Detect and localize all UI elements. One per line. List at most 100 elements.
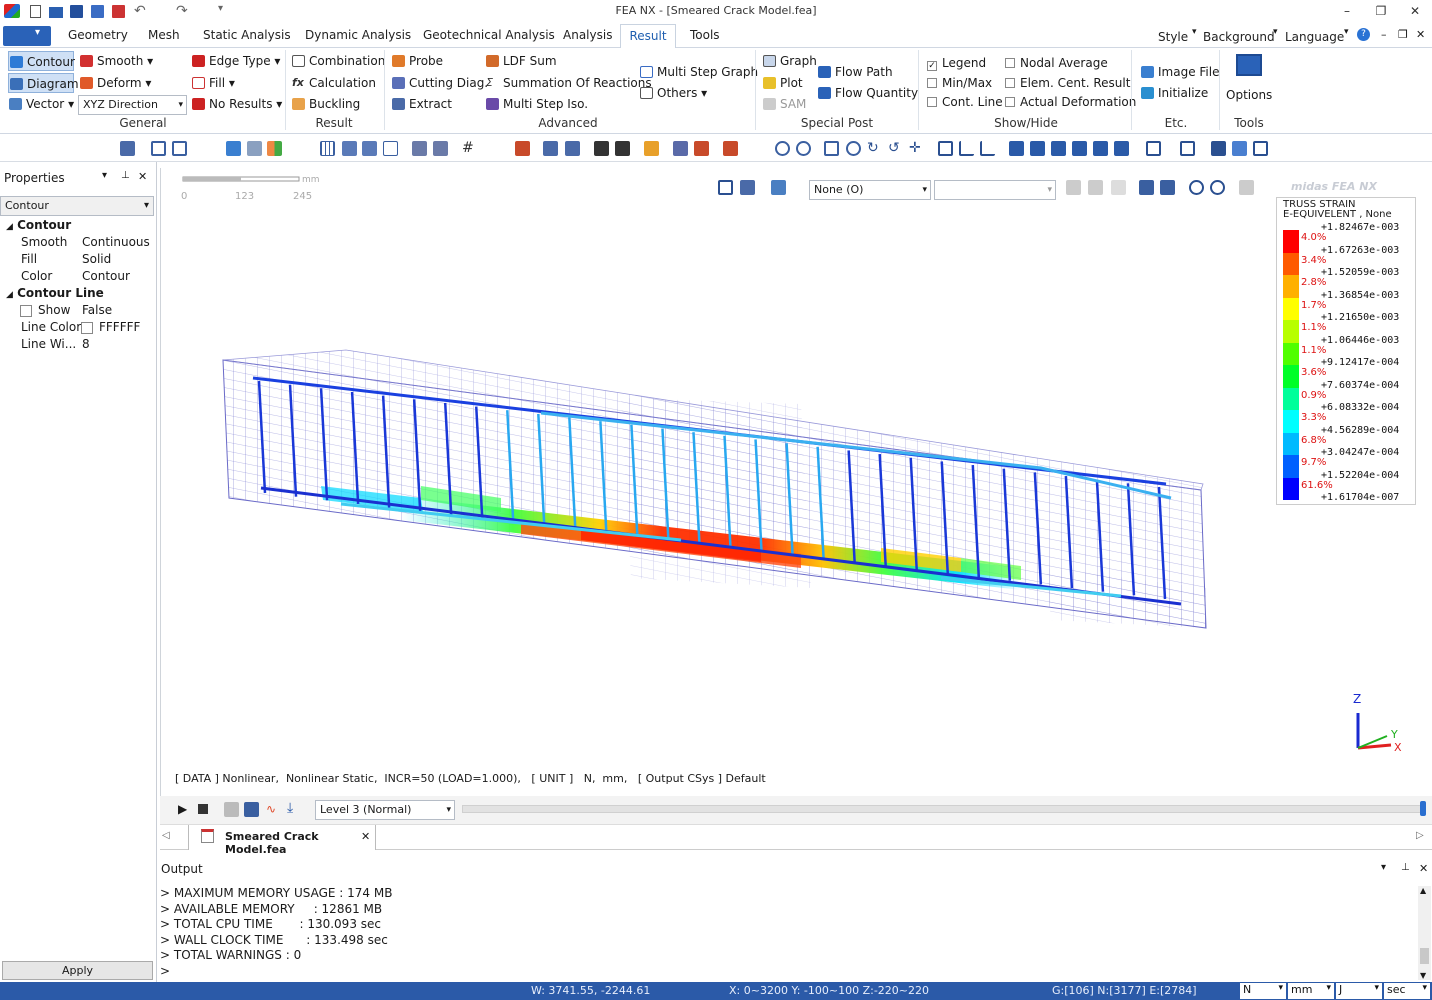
target-icon[interactable] — [1189, 180, 1204, 195]
document-tab[interactable]: Smeared Crack Model.fea ✕ — [188, 825, 376, 856]
node-number-icon[interactable] — [594, 141, 609, 156]
maximize-icon[interactable]: ❐ — [1370, 4, 1392, 20]
scroll-up-icon[interactable]: ▲ — [1420, 886, 1426, 895]
graph-button[interactable]: Graph — [762, 51, 817, 71]
multi-step-graph-button[interactable]: Multi Step Graph — [639, 62, 758, 82]
pin-icon[interactable]: ⊥ — [121, 170, 130, 181]
zoom-window-icon[interactable] — [824, 141, 839, 156]
query-icon[interactable] — [644, 141, 659, 156]
zoom-out-icon[interactable] — [796, 141, 811, 156]
application-menu-button[interactable]: ▾ — [3, 26, 51, 46]
render-mode-icon[interactable] — [1180, 141, 1195, 156]
output-scrollbar[interactable]: ▲ ▼ — [1418, 886, 1431, 980]
combination-button[interactable]: Combination — [291, 51, 385, 71]
shade-edge-icon[interactable] — [1232, 141, 1247, 156]
force-unit-select[interactable]: N ▾ — [1240, 983, 1286, 999]
minimize-icon[interactable]: – — [1336, 4, 1358, 20]
extract-button[interactable]: Extract — [391, 94, 452, 114]
output-pin-icon[interactable]: ⊥ — [1401, 862, 1410, 873]
multi-step-iso-button[interactable]: Multi Step Iso. — [485, 94, 588, 114]
hide-icon[interactable] — [1139, 180, 1154, 195]
hash-icon[interactable]: # — [462, 141, 477, 156]
node-select-icon[interactable] — [543, 141, 558, 156]
pan-icon[interactable]: ✛ — [909, 141, 924, 156]
vector-button[interactable]: Vector ▾ — [8, 94, 74, 114]
contour-line-section[interactable]: ◢ Contour Line — [0, 285, 154, 302]
cube-view-3-icon[interactable] — [1051, 141, 1066, 156]
tab-static-analysis[interactable]: Static Analysis — [203, 28, 291, 42]
scroll-thumb[interactable] — [1420, 948, 1429, 964]
direction-select[interactable]: XYZ Direction ▾ — [78, 95, 187, 115]
property-row[interactable]: Color Contour — [0, 268, 154, 285]
record-icon[interactable] — [224, 802, 239, 817]
property-row[interactable]: Smooth Continuous — [0, 234, 154, 251]
output-log[interactable]: > MAXIMUM MEMORY USAGE : 174 MB > AVAILA… — [160, 886, 1410, 979]
property-row[interactable]: Show False — [0, 302, 154, 319]
cube-view-2-icon[interactable] — [1030, 141, 1045, 156]
property-row[interactable]: Line Color FFFFFF — [0, 319, 154, 336]
workplane-icon[interactable] — [362, 141, 377, 156]
snap-icon[interactable] — [342, 141, 357, 156]
background-menu[interactable]: Background — [1203, 30, 1275, 44]
buckling-button[interactable]: Buckling — [291, 94, 360, 114]
tab-tools[interactable]: Tools — [690, 28, 720, 42]
time-unit-select[interactable]: sec ▾ — [1384, 983, 1430, 999]
ribbon-restore-icon[interactable]: ❐ — [1398, 28, 1408, 41]
no-results-button[interactable]: No Results ▾ — [191, 94, 282, 114]
coordinate-icon[interactable] — [383, 141, 398, 156]
zoom-fit-icon[interactable] — [846, 141, 861, 156]
cube-view-5-icon[interactable] — [1093, 141, 1108, 156]
rotate-icon[interactable]: ↻ — [867, 141, 882, 156]
view-front-icon[interactable] — [938, 141, 953, 156]
show-checkbox[interactable] — [20, 305, 32, 317]
plot-button[interactable]: Plot — [762, 73, 803, 93]
cont-line-checkbox[interactable]: Cont. Line — [927, 92, 1003, 112]
view-select-icon[interactable] — [740, 180, 755, 195]
result-legend[interactable]: TRUSS STRAIN E-EQUIVELENT , None 4.0% +1.… — [1276, 197, 1416, 505]
energy-unit-select[interactable]: J ▾ — [1336, 983, 1382, 999]
animation-slider-track[interactable] — [462, 805, 1424, 813]
cube-view-6-icon[interactable] — [1114, 141, 1129, 156]
length-unit-select[interactable]: mm ▾ — [1288, 983, 1334, 999]
image-file-button[interactable]: Image File — [1140, 62, 1219, 82]
flow-quantity-button[interactable]: Flow Quantity — [817, 83, 918, 103]
camera-icon[interactable] — [226, 141, 241, 156]
iso-view-icon[interactable] — [1146, 141, 1161, 156]
fit-view-icon[interactable] — [718, 180, 733, 195]
tab-analysis[interactable]: Analysis — [563, 28, 612, 42]
language-menu[interactable]: Language — [1285, 30, 1344, 44]
summation-reactions-button[interactable]: Σ Summation Of Reactions — [485, 73, 652, 93]
stop-icon[interactable] — [198, 804, 208, 814]
panel-dropdown-icon[interactable]: ▾ — [102, 170, 107, 181]
tab-result[interactable]: Result — [620, 24, 676, 49]
model-viewport[interactable]: mm 0 123 245 midas FEA NX Z Y X None (O)… — [160, 168, 1432, 796]
model-icon[interactable] — [515, 141, 530, 156]
calculation-button[interactable]: fx Calculation — [291, 73, 376, 93]
play-icon[interactable]: ▶ — [178, 802, 187, 816]
view-side-icon[interactable] — [980, 141, 995, 156]
select-tool-icon[interactable] — [120, 141, 135, 156]
others-button[interactable]: Others ▾ — [639, 83, 707, 103]
grid-icon[interactable] — [320, 141, 335, 156]
animation-slider-handle[interactable] — [1420, 801, 1426, 816]
nodal-average-checkbox[interactable]: Nodal Average — [1005, 53, 1108, 73]
animation-level-select[interactable]: Level 3 (Normal) ▾ — [315, 800, 455, 820]
pen-icon[interactable] — [723, 141, 738, 156]
flow-path-button[interactable]: Flow Path — [817, 62, 893, 82]
ldf-sum-button[interactable]: LDF Sum — [485, 51, 557, 71]
color-swatch[interactable] — [81, 322, 93, 334]
document-tab-close-icon[interactable]: ✕ — [361, 830, 370, 843]
display-icon[interactable] — [247, 141, 262, 156]
element-number-icon[interactable] — [615, 141, 630, 156]
output-close-icon[interactable]: ✕ — [1419, 862, 1428, 875]
film-icon[interactable] — [244, 802, 259, 817]
initialize-button[interactable]: Initialize — [1140, 83, 1208, 103]
apply-button[interactable]: Apply — [2, 961, 153, 980]
fill-button[interactable]: Fill ▾ — [191, 73, 235, 93]
smooth-button[interactable]: Smooth ▾ — [79, 51, 153, 71]
probe-button[interactable]: Probe — [391, 51, 443, 71]
view-axis-icon[interactable] — [959, 141, 974, 156]
output-dropdown-icon[interactable]: ▾ — [1381, 862, 1386, 873]
tab-scroll-right-icon[interactable]: ▷ — [1416, 830, 1424, 841]
cube-view-1-icon[interactable] — [1009, 141, 1024, 156]
